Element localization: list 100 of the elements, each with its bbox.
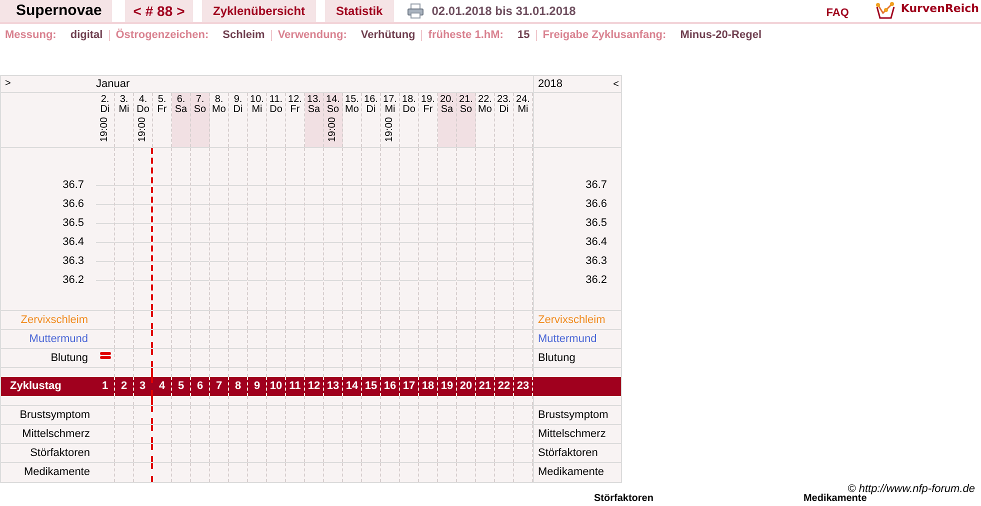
weekday-label: Sa [440, 105, 454, 115]
date-label: 18. [402, 95, 416, 105]
printer-icon[interactable] [406, 3, 424, 19]
setting-value: 15 [517, 28, 530, 43]
row-label: Medikamente [533, 463, 623, 482]
weekday-label: Sa [308, 105, 320, 115]
row-label: Störfaktoren [29, 446, 91, 461]
row-label: Blutung [533, 349, 623, 367]
row-label: Störfaktoren [533, 444, 623, 462]
copyright-link[interactable]: © http://www.nfp-forum.de [848, 483, 975, 494]
weekday-label: Di [366, 105, 376, 115]
cycle-day-number: 7 [210, 377, 229, 396]
temperature-label: 36.5 [586, 216, 607, 232]
date-label: 4. [138, 95, 148, 105]
cycle-day-number: 4 [153, 377, 172, 396]
temperature-label: 36.6 [62, 197, 84, 212]
profile-title: Supernovae [0, 0, 112, 22]
date-label: 12. [288, 95, 302, 105]
cycle-day-number: 22 [495, 377, 514, 396]
cycle-day-number: 17 [400, 377, 419, 396]
date-label: 10. [250, 95, 264, 105]
nav-tab[interactable]: Zyklenübersicht [202, 0, 316, 22]
next-cycle-link[interactable]: > [176, 0, 185, 22]
weekday-label: So [194, 105, 206, 115]
date-label: 8. [214, 95, 224, 105]
date-label: 5. [158, 95, 166, 105]
cycle-number: # 88 [145, 2, 173, 20]
cycle-day-number: 16 [381, 377, 400, 396]
weekday-label: Di [499, 105, 509, 115]
weekday-label: Fr [423, 105, 433, 115]
date-label: 19. [421, 95, 435, 105]
time-label: 19:00 [138, 117, 148, 142]
weekday-label: Sa [174, 105, 188, 115]
row-label: Mittelschmerz [533, 425, 623, 443]
weekday-label: Mo [345, 105, 359, 115]
row-label: Brustsymptom [18, 408, 91, 423]
temperature-label: 36.2 [586, 273, 607, 288]
setting-value: digital [70, 28, 103, 43]
setting-label: Östrogenzeichen: [116, 28, 209, 43]
setting-value: Minus-20-Regel [680, 28, 762, 43]
date-label: 9. [234, 95, 242, 105]
cycle-day-number: 12 [305, 377, 324, 396]
cycle-day-number: 15 [362, 377, 381, 396]
weekday-label: So [460, 105, 472, 115]
cycle-day-number: 14 [343, 377, 362, 396]
temperature-label: 36.3 [62, 254, 84, 270]
setting-label: Freigabe Zyklusanfang: [542, 28, 666, 43]
date-label: 14. [326, 95, 340, 105]
date-label: 22. [478, 95, 492, 105]
cycle-day-number: 9 [248, 377, 267, 396]
setting-value: Schleim [222, 28, 265, 43]
date-label: 20. [440, 95, 454, 105]
weekday-label: Mi [384, 105, 396, 115]
section-heading: Störfaktoren [594, 494, 654, 504]
temperature-label: 36.3 [586, 254, 607, 270]
cycle-day-number: 20 [457, 377, 476, 396]
weekday-label: Mi [118, 105, 130, 115]
date-label: 11. [269, 95, 283, 105]
temperature-label: 36.6 [586, 197, 607, 212]
row-label: Zervixschleim [533, 311, 623, 329]
date-label: 23. [497, 95, 511, 105]
weekday-label: Mi [252, 105, 262, 115]
time-label: 19:00 [100, 117, 110, 142]
time-label: 19:00 [385, 117, 395, 142]
row-label: Medikamente [22, 465, 91, 480]
weekday-label: Fr [290, 105, 300, 115]
setting-label: Verwendung: [278, 28, 347, 43]
weekday-label: Fr [157, 105, 167, 115]
cycle-day-number: 21 [476, 377, 495, 396]
next-month-arrow[interactable]: < [613, 76, 619, 92]
previous-month-arrow[interactable]: > [1, 76, 96, 92]
row-label: Mittelschmerz [21, 426, 91, 442]
weekday-label: Mi [518, 105, 528, 115]
setting-value: Verhütung [360, 28, 416, 43]
date-label: 15. [345, 95, 359, 105]
cycle-day-number: 2 [115, 377, 134, 396]
date-label: 24. [516, 95, 530, 105]
cycle-day-number: 23 [514, 377, 533, 396]
nav-tab[interactable]: Statistik [325, 0, 394, 22]
cycle-day-number: 11 [286, 377, 305, 396]
logo-icon [874, 2, 896, 20]
date-label: 6. [176, 95, 186, 105]
date-label: 13. [307, 95, 321, 105]
previous-cycle-link[interactable]: < [133, 0, 142, 22]
weekday-label: Di [233, 105, 243, 115]
faq-link[interactable]: FAQ [826, 5, 849, 22]
time-label: 19:00 [328, 117, 338, 142]
row-label: Brustsymptom [533, 406, 623, 424]
row-label: Muttermund [28, 332, 89, 347]
date-label: 21. [459, 95, 473, 105]
setting-label: Messung: [5, 28, 56, 43]
date-range: 02.01.2018 bis 31.01.2018 [432, 3, 576, 20]
date-label: 7. [196, 95, 204, 105]
row-label: Muttermund [533, 330, 623, 348]
row-label: Zervixschleim [20, 312, 89, 328]
cycle-day-number: 10 [267, 377, 286, 396]
temperature-label: 36.2 [62, 273, 84, 288]
temperature-label: 36.4 [586, 235, 607, 250]
year-label: 2018 [538, 77, 562, 92]
temperature-label: 36.7 [62, 178, 84, 194]
